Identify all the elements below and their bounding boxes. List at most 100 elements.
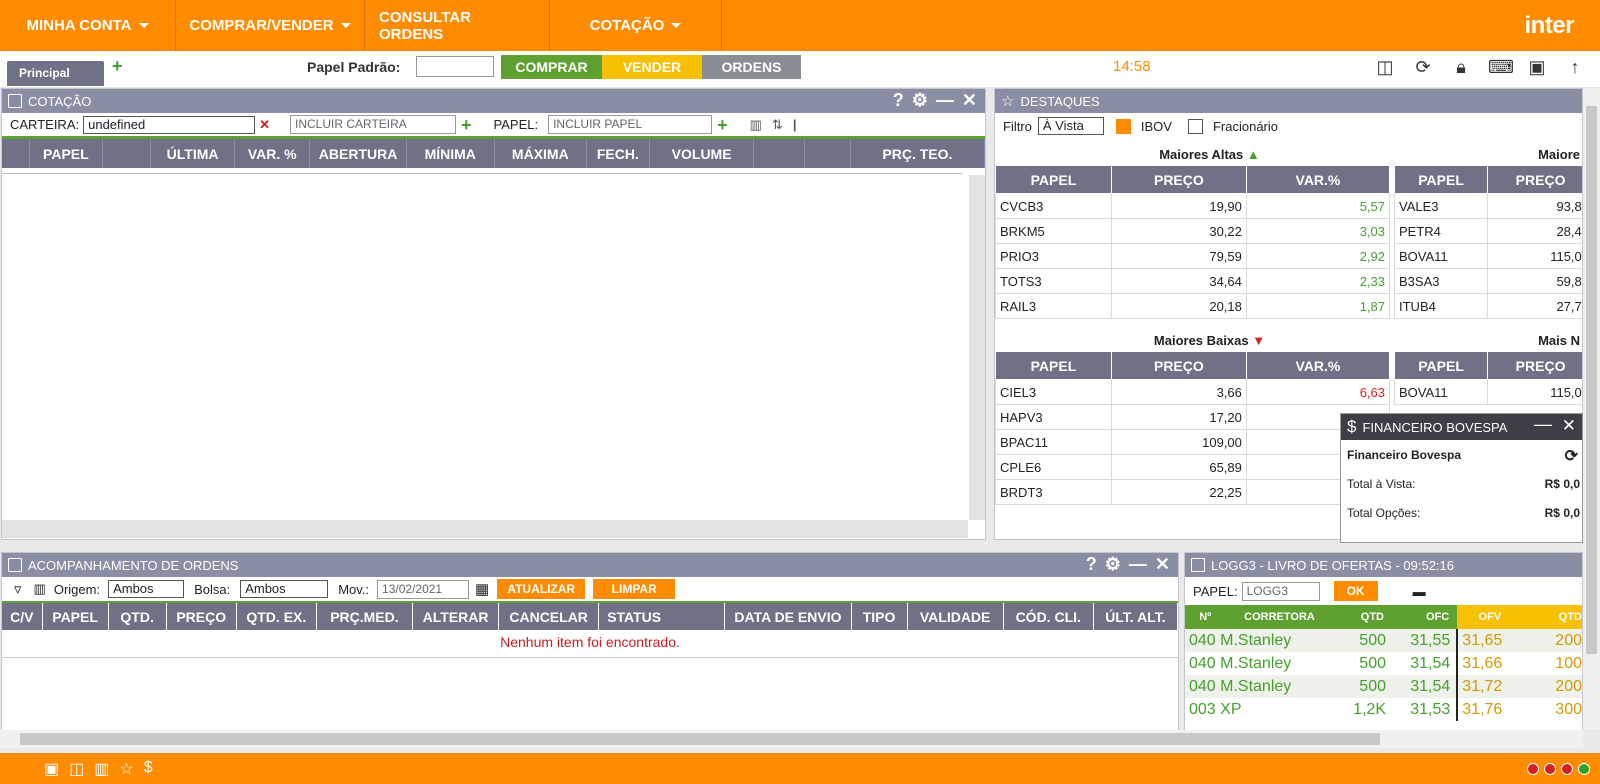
column-header[interactable]: VAR.% bbox=[1245, 165, 1391, 194]
cotacao-v-scrollbar[interactable] bbox=[969, 175, 985, 520]
table-row[interactable]: BOVA11115,05 bbox=[1393, 243, 1582, 269]
minimize-icon[interactable]: — bbox=[1534, 414, 1552, 435]
help-icon[interactable]: ? bbox=[893, 90, 904, 111]
column-header[interactable]: QTD. EX. bbox=[236, 602, 317, 630]
add-carteira-icon[interactable]: + bbox=[461, 116, 472, 134]
table-row[interactable]: CVCB3 19,90 5,57 bbox=[995, 193, 1391, 219]
table-row[interactable]: BOVA11115,05 bbox=[1393, 379, 1582, 405]
table-row[interactable]: 040 M.Stanley 500 31,54 31,66 100 bbox=[1185, 652, 1582, 675]
column-header[interactable]: CÓD. CLI. bbox=[1003, 602, 1094, 630]
table-row[interactable]: ITUB427,76 bbox=[1393, 293, 1582, 319]
column-header[interactable]: PREÇO bbox=[1487, 165, 1582, 194]
close-icon[interactable]: ✕ bbox=[1155, 554, 1170, 575]
remove-carteira-icon[interactable]: ✕ bbox=[259, 117, 270, 133]
column-header[interactable]: PAPEL bbox=[995, 351, 1112, 380]
close-icon[interactable]: ✕ bbox=[962, 90, 977, 111]
column-header[interactable]: PREÇO bbox=[166, 602, 237, 630]
gear-icon[interactable]: ⚙ bbox=[1105, 554, 1121, 575]
scrollbar-thumb[interactable] bbox=[1586, 106, 1597, 654]
column-header[interactable]: CANCELAR bbox=[498, 602, 600, 630]
column-header[interactable] bbox=[753, 139, 805, 168]
clipboard-icon[interactable]: ▥ bbox=[750, 117, 762, 133]
table-row[interactable]: B3SA359,86 bbox=[1393, 268, 1582, 294]
table-row[interactable]: BRKM5 30,22 3,03 bbox=[995, 218, 1391, 244]
limpar-button[interactable]: LIMPAR bbox=[593, 579, 676, 599]
table-row[interactable]: TOTS3 34,64 2,33 bbox=[995, 268, 1391, 294]
minimize-icon[interactable]: — bbox=[936, 90, 954, 111]
origem-select[interactable]: Ambos bbox=[108, 580, 185, 598]
column-header[interactable]: MÁXIMA bbox=[494, 139, 587, 168]
menu-minha-conta[interactable]: MINHA CONTA bbox=[0, 0, 176, 51]
table-row[interactable]: BRDT3 22,25 bbox=[995, 479, 1391, 505]
column-header[interactable]: PAPEL bbox=[1393, 351, 1489, 380]
column-header[interactable]: PAPEL bbox=[42, 602, 109, 630]
refresh-icon[interactable]: ⟳ bbox=[1565, 446, 1578, 466]
vender-button[interactable]: VENDER bbox=[602, 55, 702, 79]
carteira-select[interactable]: undefined bbox=[83, 115, 256, 134]
column-header[interactable]: ALTERAR bbox=[412, 602, 500, 630]
bolsa-select[interactable]: Ambos bbox=[240, 580, 329, 598]
papel-padrao-input[interactable] bbox=[416, 56, 494, 77]
column-header[interactable]: QTD. bbox=[108, 602, 167, 630]
column-header[interactable] bbox=[102, 139, 152, 168]
column-header[interactable]: VALIDADE bbox=[907, 602, 1004, 630]
star-icon[interactable]: ☆ bbox=[119, 759, 133, 779]
comprar-button[interactable]: COMPRAR bbox=[501, 55, 602, 79]
page-v-scrollbar[interactable] bbox=[1583, 88, 1600, 729]
column-header[interactable]: PREÇO bbox=[1487, 351, 1582, 380]
column-icon[interactable]: | bbox=[793, 117, 797, 132]
column-header[interactable]: Nº bbox=[1185, 605, 1226, 629]
column-header[interactable] bbox=[804, 139, 851, 168]
sort-icon[interactable]: ⇅ bbox=[772, 117, 783, 133]
table-row[interactable]: HAPV3 17,20 bbox=[995, 404, 1391, 430]
column-header[interactable]: OFV bbox=[1457, 605, 1523, 629]
column-header[interactable]: VAR.% bbox=[1245, 351, 1391, 380]
column-header[interactable]: PREÇO bbox=[1110, 351, 1247, 380]
book-icon[interactable]: ◫ bbox=[69, 759, 84, 779]
column-header[interactable]: STATUS bbox=[598, 602, 726, 630]
table-row[interactable]: 040 M.Stanley 500 31,55 31,65 200 bbox=[1185, 629, 1582, 652]
dollar-icon[interactable]: $ bbox=[144, 759, 153, 779]
filter-icon[interactable]: ▿ bbox=[14, 580, 22, 598]
column-header[interactable]: FECH. bbox=[586, 139, 650, 168]
column-header[interactable]: OFC bbox=[1392, 605, 1458, 629]
ok-button[interactable]: OK bbox=[1333, 581, 1378, 601]
dash-icon[interactable]: ▬ bbox=[1413, 584, 1426, 599]
settings-icon[interactable]: ▣ bbox=[1526, 56, 1548, 78]
table-row[interactable]: VALE393,89 bbox=[1393, 193, 1582, 219]
close-icon[interactable]: ✕ bbox=[1562, 416, 1576, 436]
fracionario-checkbox[interactable] bbox=[1187, 118, 1203, 134]
column-header[interactable] bbox=[2, 139, 30, 168]
gear-icon[interactable]: ⚙ bbox=[912, 90, 928, 111]
atualizar-button[interactable]: ATUALIZAR bbox=[497, 579, 586, 599]
ibov-checkbox[interactable] bbox=[1115, 118, 1131, 134]
scrollbar-thumb[interactable] bbox=[20, 733, 1380, 745]
filtro-select[interactable]: À Vista bbox=[1037, 117, 1104, 135]
menu-cotacao[interactable]: COTAÇÃO bbox=[550, 0, 722, 51]
column-header[interactable]: PAPEL bbox=[995, 165, 1112, 194]
column-header[interactable]: VAR. % bbox=[234, 139, 311, 168]
lock-icon[interactable]: 🔒︎ bbox=[1450, 56, 1472, 78]
incluir-carteira-input[interactable]: INCLUIR CARTEIRA bbox=[290, 115, 457, 134]
tab-principal[interactable]: Principal bbox=[7, 61, 104, 86]
column-header[interactable]: PAPEL bbox=[1393, 165, 1489, 194]
livro-papel-input[interactable]: LOGG3 bbox=[1241, 581, 1320, 601]
help-icon[interactable]: ? bbox=[1086, 554, 1097, 575]
column-header[interactable]: ÚLTIMA bbox=[150, 139, 235, 168]
column-header[interactable]: CORRETORA bbox=[1225, 605, 1334, 629]
clipboard-icon[interactable]: ▥ bbox=[34, 581, 46, 597]
column-header[interactable]: DATA DE ENVIO bbox=[724, 602, 852, 630]
column-header[interactable]: PRÇ. TEO. bbox=[850, 139, 986, 168]
cotacao-h-scrollbar[interactable] bbox=[2, 520, 968, 538]
add-papel-icon[interactable]: + bbox=[717, 116, 728, 134]
table-row[interactable]: 003 XP 1,2K 31,53 31,76 300 bbox=[1185, 698, 1582, 721]
upload-arrow-icon[interactable]: ↑ bbox=[1564, 56, 1586, 78]
column-header[interactable]: QTD bbox=[1522, 605, 1582, 629]
column-header[interactable]: TIPO bbox=[851, 602, 908, 630]
column-header[interactable]: QTD bbox=[1333, 605, 1392, 629]
table-row[interactable]: BPAC11 109,00 bbox=[995, 429, 1391, 455]
column-header[interactable]: PRÇ.MED. bbox=[316, 602, 413, 630]
clipboard-icon[interactable]: ▥ bbox=[94, 759, 109, 779]
calendar-icon[interactable]: ▦ bbox=[475, 580, 489, 598]
column-header[interactable]: PREÇO bbox=[1110, 165, 1247, 194]
